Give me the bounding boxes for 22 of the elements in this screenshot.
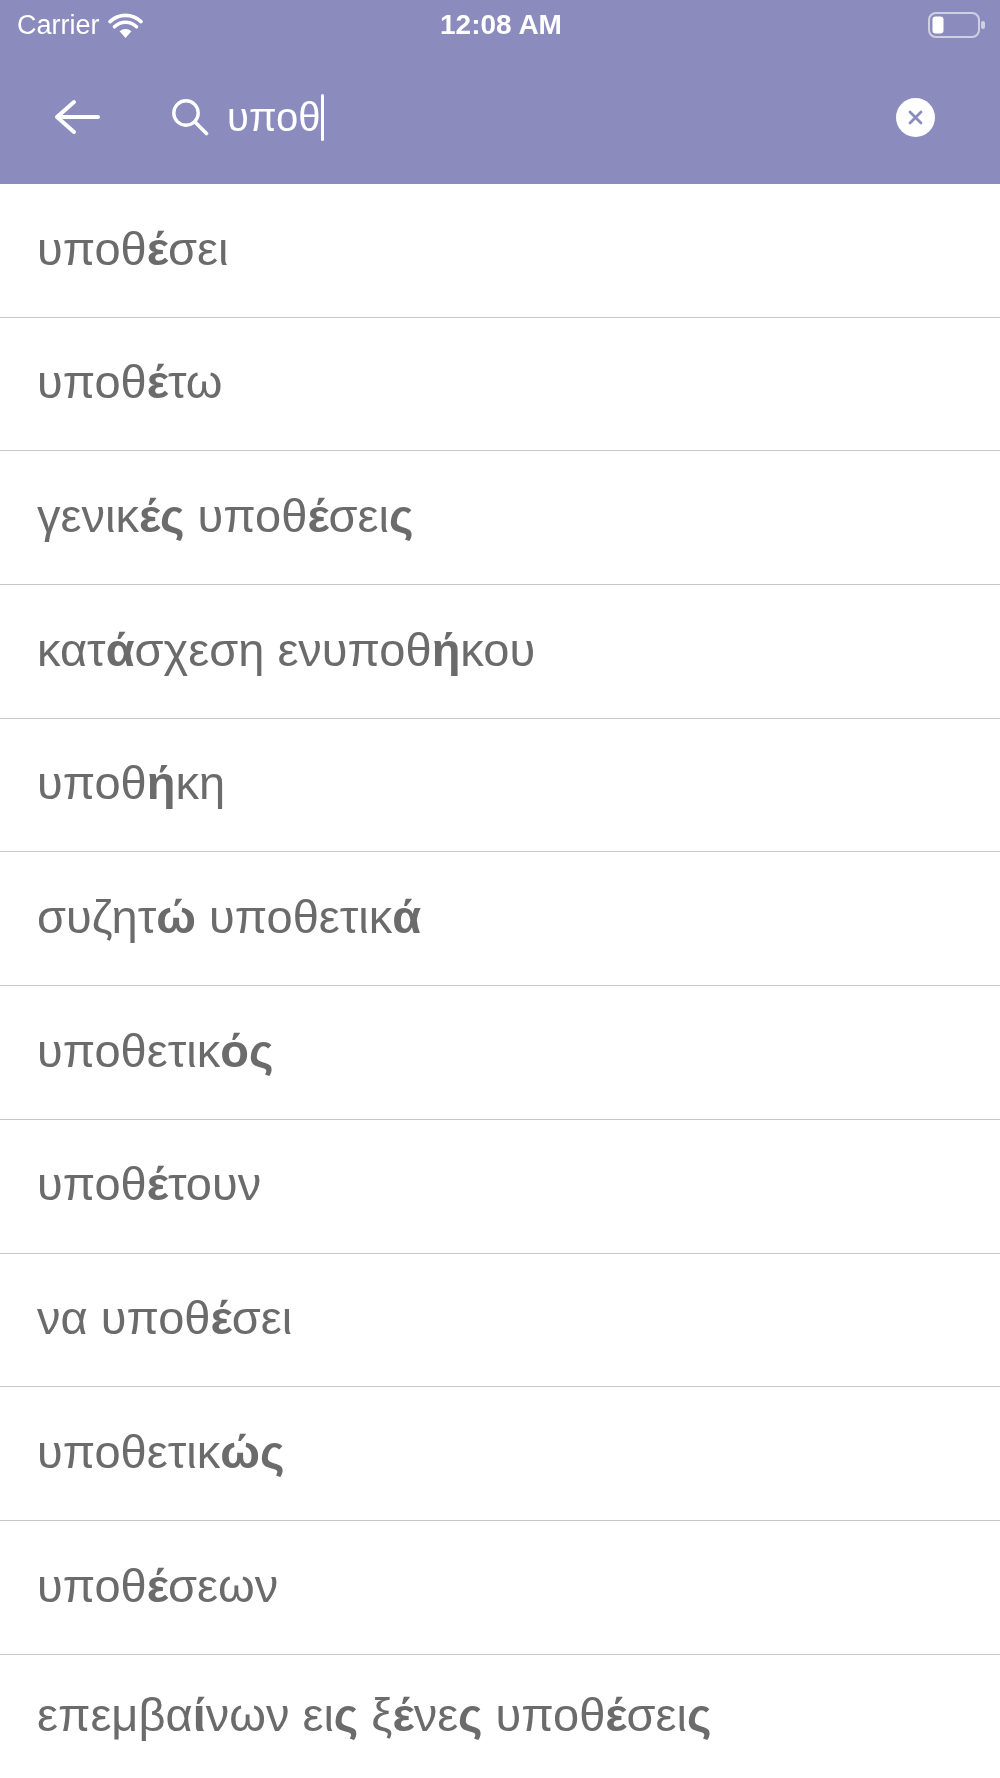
result-item[interactable]: συζητώ υποθετικά — [0, 852, 1000, 987]
close-icon — [908, 109, 923, 125]
search-field[interactable]: υποθ — [171, 93, 896, 141]
clear-button[interactable] — [896, 97, 935, 137]
result-item[interactable]: υποθέτω — [0, 317, 1000, 452]
result-item[interactable]: υποθέτουν — [0, 1119, 1000, 1254]
result-item[interactable]: υποθήκη — [0, 718, 1000, 853]
back-button[interactable] — [54, 99, 100, 135]
result-item[interactable]: να υποθέσει — [0, 1253, 1000, 1388]
back-arrow-icon — [54, 99, 100, 135]
wifi-icon — [107, 12, 143, 38]
search-icon — [171, 98, 209, 136]
carrier-label: Carrier — [17, 11, 100, 39]
result-item[interactable]: υποθετικός — [0, 986, 1000, 1120]
result-item[interactable]: υποθέσει — [0, 184, 1000, 318]
result-item[interactable]: υποθετικώς — [0, 1387, 1000, 1521]
result-item[interactable]: γενικές υποθέσεις — [0, 451, 1000, 586]
result-item[interactable]: κατάσχεση ενυποθήκου — [0, 585, 1000, 719]
battery-icon — [928, 12, 985, 38]
result-item[interactable]: υποθέσεων — [0, 1520, 1000, 1655]
result-item[interactable]: επεμβαίνων εις ξένες υποθέσεις — [0, 1654, 1000, 1778]
status-time: 12:08 AM — [440, 11, 562, 39]
